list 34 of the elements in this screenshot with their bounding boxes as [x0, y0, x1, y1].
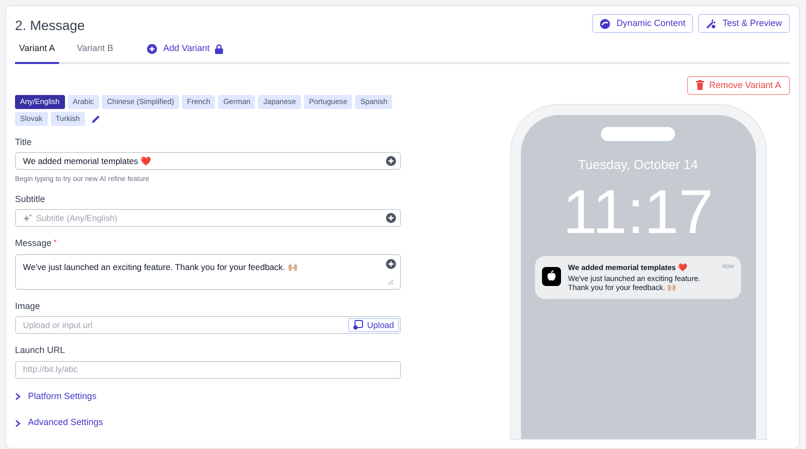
swirl-icon — [600, 18, 610, 28]
lock-screen-time: 11:17 — [562, 182, 714, 244]
plus-circle-icon — [147, 44, 158, 54]
pencil-icon[interactable] — [92, 114, 100, 123]
variant-tab[interactable]: Variant A — [15, 42, 59, 64]
upload-button[interactable]: Upload — [348, 318, 399, 332]
collapsible-toggle[interactable]: Advanced Settings — [15, 416, 401, 430]
field-label: Message — [15, 237, 52, 250]
notch-icon — [601, 126, 675, 141]
required-mark: * — [54, 237, 57, 250]
sparkle-icon — [23, 214, 32, 223]
text-field[interactable]: Upload or input url Upload — [15, 316, 401, 334]
field-label: Launch URL — [15, 344, 66, 358]
test-button[interactable]: Test & Preview — [698, 14, 790, 33]
field-label: Title — [15, 136, 32, 149]
field-label: Image — [15, 300, 40, 313]
wand-icon — [706, 18, 716, 28]
field-label: Subtitle — [15, 192, 46, 206]
plus-circle-icon[interactable] — [386, 213, 396, 224]
lock-screen-date: Tuesday, October 14 — [578, 156, 698, 174]
collapsible-toggle[interactable]: Platform Settings — [15, 390, 401, 404]
trash-icon — [696, 80, 704, 90]
text-field[interactable]: We added memorial templates ❤ — [15, 152, 401, 170]
variant-tab[interactable]: Variant B — [72, 42, 118, 64]
remove-variant-button[interactable]: Remove Variant A — [687, 76, 790, 95]
image-upload-icon — [353, 320, 364, 330]
resize-handle-icon[interactable] — [388, 280, 393, 285]
plus-circle-icon[interactable] — [386, 258, 396, 269]
app-icon — [542, 267, 561, 286]
add-variant-button[interactable]: Add Variant — [147, 42, 210, 56]
message-field[interactable]: We've just launched an exciting feature. Thank you for your feedback. 🙌🏼 — [15, 254, 401, 290]
dynamic-button[interactable]: Dynamic Content — [592, 14, 694, 33]
plus-circle-icon[interactable] — [386, 156, 396, 166]
section-title: 2. Message — [15, 17, 85, 35]
